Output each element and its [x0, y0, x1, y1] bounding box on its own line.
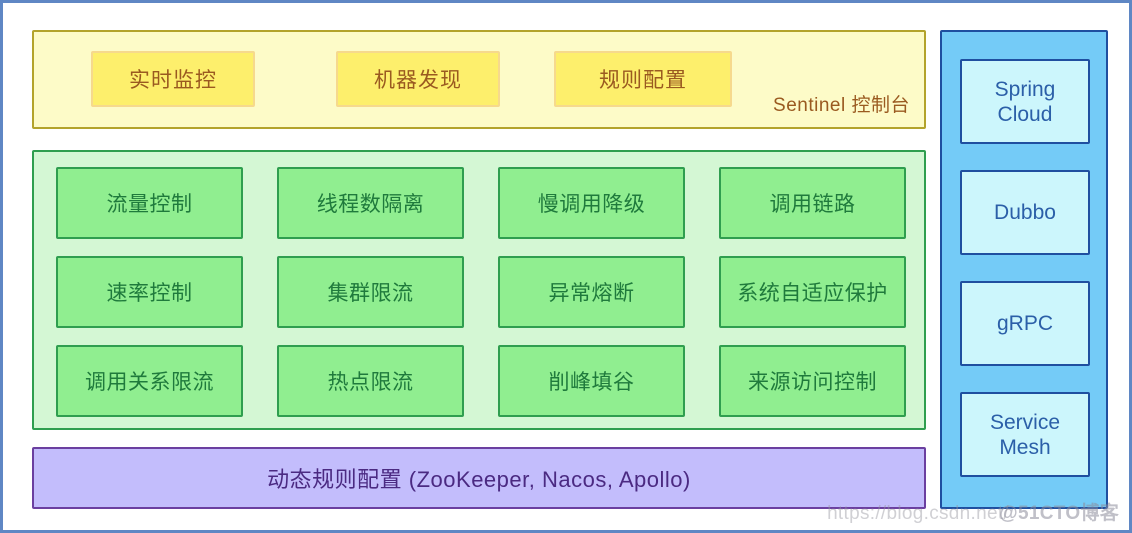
adapter-cell-spring-cloud[interactable]: Spring Cloud — [960, 59, 1090, 144]
feature-cell-label: 调用链路 — [769, 193, 856, 216]
feature-cell-label: 异常熔断 — [548, 282, 635, 305]
feature-cell-call-chain[interactable]: 调用链路 — [719, 167, 906, 239]
feature-cell-label: 流量控制 — [106, 193, 193, 216]
sentinel-feature-panel: 流量控制 线程数隔离 慢调用降级 调用链路 速率控制 集群限流 异常熔断 系统自… — [32, 150, 926, 430]
feature-cell-slow-call-degrade[interactable]: 慢调用降级 — [498, 167, 685, 239]
feature-grid: 流量控制 线程数隔离 慢调用降级 调用链路 速率控制 集群限流 异常熔断 系统自… — [56, 167, 906, 417]
adapter-cell-grpc[interactable]: gRPC — [960, 281, 1090, 366]
feature-cell-label: 集群限流 — [327, 282, 414, 305]
feature-cell-label: 来源访问控制 — [748, 371, 877, 394]
adapter-cell-label: Dubbo — [994, 201, 1056, 224]
console-chip-machine-discovery[interactable]: 机器发现 — [336, 51, 500, 107]
feature-cell-peak-shaving[interactable]: 削峰填谷 — [498, 345, 685, 417]
feature-cell-cluster-flow-limit[interactable]: 集群限流 — [277, 256, 464, 328]
adapter-cell-label: Spring Cloud — [994, 77, 1056, 126]
feature-cell-label: 速率控制 — [106, 282, 193, 305]
feature-cell-flow-control[interactable]: 流量控制 — [56, 167, 243, 239]
adapter-cell-label: Service Mesh — [989, 410, 1061, 459]
dynamic-rule-config-label: 动态规则配置 (ZooKeeper, Nacos, Apollo) — [267, 467, 691, 492]
feature-cell-label: 调用关系限流 — [85, 371, 214, 394]
sentinel-core-column: 实时监控 机器发现 规则配置 Sentinel 控制台 流量控制 线程数隔离 慢… — [32, 30, 926, 509]
console-chip-label: 实时监控 — [129, 69, 217, 92]
feature-cell-label: 热点限流 — [327, 371, 414, 394]
framework-adapters-column: Spring Cloud Dubbo gRPC Service Mesh — [940, 30, 1108, 509]
adapter-cell-dubbo[interactable]: Dubbo — [960, 170, 1090, 255]
console-chip-realtime-monitoring[interactable]: 实时监控 — [91, 51, 255, 107]
feature-cell-label: 线程数隔离 — [316, 193, 425, 216]
sentinel-console-band: 实时监控 机器发现 规则配置 Sentinel 控制台 — [32, 30, 926, 129]
feature-cell-hotspot-flow-limit[interactable]: 热点限流 — [277, 345, 464, 417]
adapter-cell-service-mesh[interactable]: Service Mesh — [960, 392, 1090, 477]
diagram-canvas: 实时监控 机器发现 规则配置 Sentinel 控制台 流量控制 线程数隔离 慢… — [0, 0, 1132, 533]
feature-cell-rate-control[interactable]: 速率控制 — [56, 256, 243, 328]
feature-cell-thread-isolation[interactable]: 线程数隔离 — [277, 167, 464, 239]
feature-cell-label: 慢调用降级 — [537, 193, 646, 216]
dynamic-rule-config-band[interactable]: 动态规则配置 (ZooKeeper, Nacos, Apollo) — [32, 447, 926, 509]
console-chip-label: 规则配置 — [599, 69, 687, 92]
console-chip-rule-config[interactable]: 规则配置 — [554, 51, 732, 107]
console-band-label: Sentinel 控制台 — [773, 95, 910, 116]
feature-cell-label: 系统自适应保护 — [737, 282, 888, 305]
console-chip-label: 机器发现 — [374, 69, 462, 92]
adapter-cell-label: gRPC — [996, 312, 1054, 335]
adapter-list: Spring Cloud Dubbo gRPC Service Mesh — [960, 59, 1090, 477]
feature-cell-label: 削峰填谷 — [548, 371, 635, 394]
feature-cell-exception-circuit-break[interactable]: 异常熔断 — [498, 256, 685, 328]
feature-cell-origin-access-control[interactable]: 来源访问控制 — [719, 345, 906, 417]
feature-cell-relation-flow-limit[interactable]: 调用关系限流 — [56, 345, 243, 417]
feature-cell-system-adaptive-protection[interactable]: 系统自适应保护 — [719, 256, 906, 328]
